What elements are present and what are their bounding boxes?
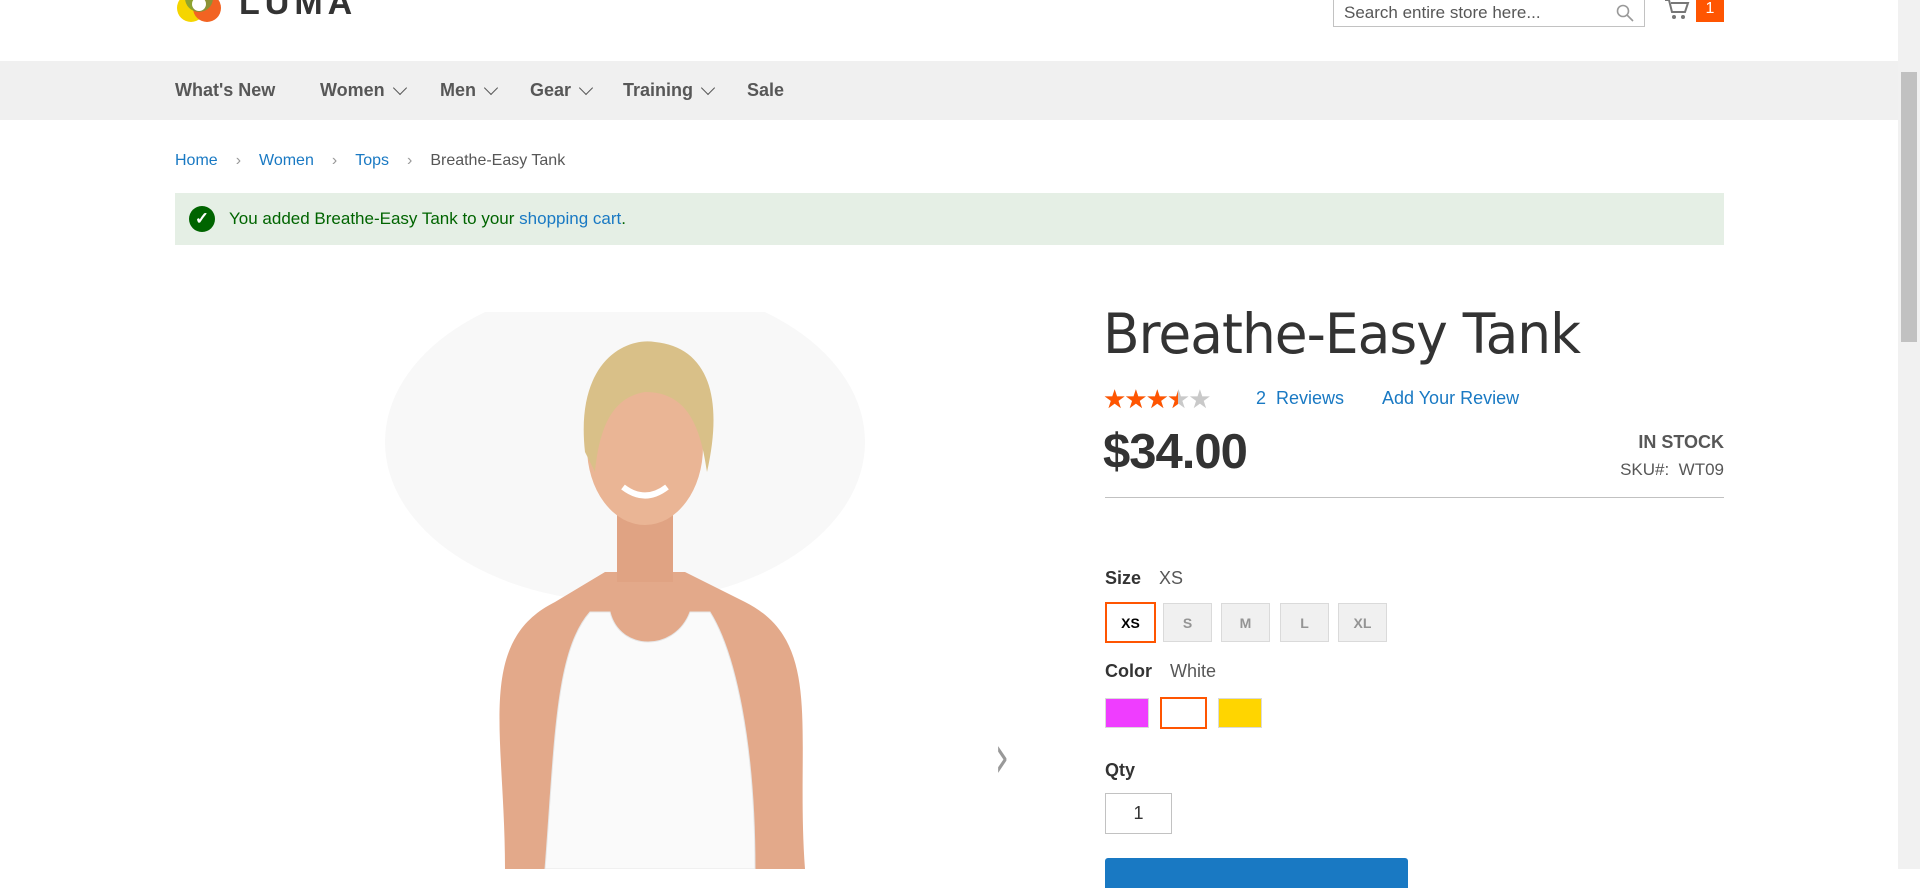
color-label: Color White [1105,661,1216,682]
nav-label: Men [440,80,476,100]
size-label-text: Size [1105,568,1142,588]
color-swatch-white[interactable] [1160,697,1207,729]
nav-label: Gear [530,80,572,100]
nav-whats-new[interactable]: What's New [175,61,275,120]
nav-label: Training [623,80,694,100]
color-selected-value: White [1170,661,1217,681]
scrollbar-thumb[interactable] [1901,72,1917,342]
logo-icon [177,0,221,22]
breadcrumb-separator: › [406,152,413,169]
message-text: You added Breathe-Easy Tank to your shop… [229,209,626,229]
nav-label: Women [320,80,385,100]
nav-label: What's New [175,80,276,100]
cart-count-badge: 1 [1696,0,1724,22]
sku-value: WT09 [1678,460,1724,479]
qty-label: Qty [1105,760,1136,780]
size-swatch-m[interactable]: M [1221,603,1270,642]
color-swatch-purple[interactable] [1105,698,1149,728]
rating-stars: ★★★★★★★★★★ [1103,384,1212,415]
nav-label: Sale [747,80,785,100]
breadcrumb-women[interactable]: Women [259,152,314,170]
add-review-link[interactable]: Add Your Review [1382,388,1519,409]
search-icon[interactable] [1616,4,1634,22]
message-prefix: You added Breathe-Easy Tank to your [229,209,520,228]
reviews-link[interactable]: 2 Reviews [1256,388,1344,409]
breadcrumb-current: Breathe-Easy Tank [430,152,566,169]
color-label-text: Color [1105,661,1152,681]
breadcrumb-tops[interactable]: Tops [355,152,389,170]
nav-gear[interactable]: Gear [530,61,594,120]
cart-icon [1665,0,1690,19]
size-label: Size XS [1105,568,1183,589]
logo-text: LUMA [239,0,358,22]
breadcrumb-separator: › [235,152,242,169]
message-suffix: . [621,209,626,228]
product-price: $34.00 [1103,425,1248,479]
shopping-cart-link[interactable]: shopping cart [519,209,621,228]
size-swatch-xs[interactable]: XS [1105,602,1156,643]
size-selected-value: XS [1159,568,1184,588]
sku-label: SKU#: [1620,460,1670,479]
star-rating-icon: ★★★★★★★★★★ [1103,384,1212,414]
size-swatch-xl[interactable]: XL [1338,603,1387,642]
product-image[interactable] [355,312,945,869]
breadcrumb-home[interactable]: Home [175,152,218,170]
reviews-count: 2 [1256,388,1267,408]
breadcrumb-separator: › [331,152,338,169]
logo[interactable]: LUMA [175,0,357,28]
nav-women[interactable]: Women [320,61,407,120]
size-swatch-l[interactable]: L [1280,603,1329,642]
chevron-down-icon [578,80,594,95]
breadcrumb: Home › Women › Tops › Breathe-Easy Tank [175,152,565,170]
chevron-down-icon [700,80,716,95]
check-circle-icon: ✓ [189,206,215,232]
chevron-down-icon [483,80,499,95]
color-swatch-yellow[interactable] [1218,698,1262,728]
sku: SKU#: WT09 [1620,460,1724,480]
next-image-arrow-icon[interactable]: › [995,722,1009,792]
divider [1105,497,1724,498]
success-message: ✓ You added Breathe-Easy Tank to your sh… [175,193,1724,245]
stock-status: IN STOCK [1638,432,1724,452]
minicart[interactable]: 1 [1664,0,1724,22]
reviews-label: Reviews [1276,388,1345,408]
nav-training[interactable]: Training [623,61,716,120]
nav-men[interactable]: Men [440,61,499,120]
search-input[interactable]: Search entire store here... [1333,0,1645,27]
search-placeholder: Search entire store here... [1344,2,1541,22]
product-title: Breathe-Easy Tank [1103,302,1581,366]
main-nav: What's New Women Men Gear Training Sale [0,61,1898,120]
size-swatch-s[interactable]: S [1163,603,1212,642]
nav-sale[interactable]: Sale [747,61,784,120]
chevron-down-icon [392,80,407,95]
qty-input[interactable]: 1 [1105,793,1172,834]
add-to-cart-button[interactable] [1105,858,1408,888]
